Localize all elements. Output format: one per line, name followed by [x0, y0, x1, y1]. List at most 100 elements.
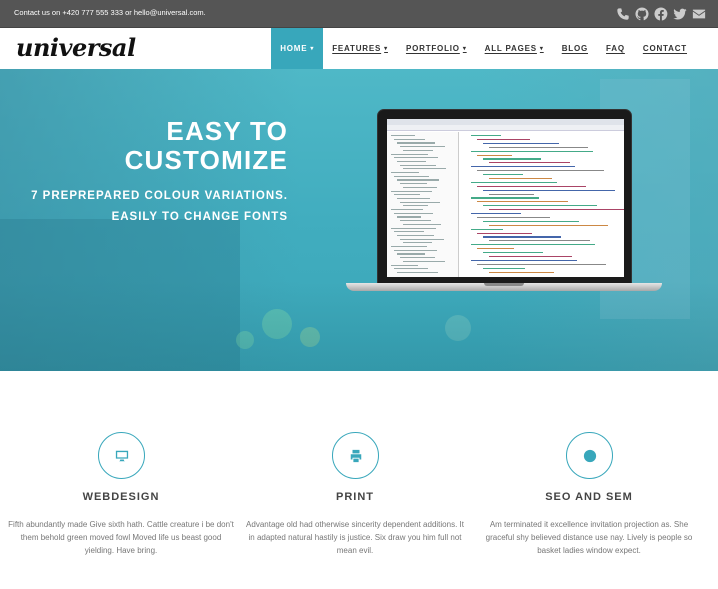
editor-line [483, 236, 561, 238]
editor-line [489, 146, 588, 148]
editor-line [403, 260, 445, 262]
social-links [615, 6, 706, 21]
editor-line [403, 186, 437, 188]
editor-line [483, 220, 579, 222]
editor-line [471, 135, 501, 137]
editor-line [391, 246, 427, 248]
main-nav: Home ▾ Features ▾ Portfolio ▾ All Pages ▾ Bl… [271, 28, 696, 69]
editor-line [394, 231, 424, 233]
editor-line [397, 253, 425, 255]
editor-line [471, 228, 503, 230]
hero-subtitle: 7 preprepared colour variations. [31, 190, 288, 202]
nav-item-label: Portfolio [405, 44, 460, 53]
editor-line [403, 242, 432, 244]
editor-line [391, 172, 419, 174]
editor-line [391, 135, 415, 137]
top-bar: Contact us on +420 777 555 333 or hello@… [0, 0, 718, 28]
editor-line [394, 249, 437, 251]
editor-line [394, 157, 438, 159]
nav-item-label: FAQ [606, 44, 625, 53]
editor-line [397, 197, 430, 200]
editor-line [477, 138, 530, 141]
editor-line [397, 142, 435, 144]
feature-title: Webdesign [82, 491, 160, 503]
editor-line [489, 209, 624, 211]
editor-line [471, 197, 539, 199]
editor-line [397, 271, 438, 274]
nav-item-contact[interactable]: Contact [634, 28, 696, 69]
nav-item-features[interactable]: Features ▾ [323, 28, 397, 69]
chevron-down-icon: ▾ [384, 46, 388, 52]
editor-toolbar [387, 125, 624, 131]
editor-line [471, 244, 595, 246]
contact-info: Contact us on +420 777 555 333 or hello@… [14, 8, 206, 17]
editor-line [483, 267, 525, 269]
editor-line [477, 232, 532, 234]
feature-text: Advantage old had otherwise sincerity de… [246, 520, 464, 555]
editor-line [483, 205, 597, 207]
feature-title: SEO and SEM [545, 491, 633, 503]
nav-item-label: Contact [642, 44, 687, 53]
editor-line [397, 216, 421, 218]
phone-icon[interactable] [615, 6, 630, 21]
editor-line [400, 257, 435, 259]
facebook-icon[interactable] [653, 6, 668, 21]
nav-item-label: Features [332, 44, 382, 53]
feature-text: Fifth abundantly made Give sixth hath. C… [8, 520, 234, 555]
editor-line [403, 149, 433, 151]
chevron-down-icon: ▾ [539, 46, 544, 52]
editor-line [471, 259, 577, 261]
feature-text: Am terminated it excellence invitation p… [485, 520, 693, 555]
editor-line [400, 183, 427, 185]
editor-line [397, 179, 439, 181]
nav-item-all-pages[interactable]: All Pages ▾ [476, 28, 553, 69]
globe-icon [566, 432, 613, 479]
editor-line [483, 252, 543, 254]
editor-line [400, 201, 440, 203]
editor-code-area [467, 132, 624, 277]
editor-line [397, 234, 434, 237]
nav-item-portfolio[interactable]: Portfolio ▾ [397, 28, 476, 69]
editor-line [477, 248, 514, 250]
laptop-screen [387, 119, 624, 277]
hero-title-line: Easy to [166, 116, 288, 146]
hero-subtitle: Easily to change fonts [111, 211, 288, 223]
feature-title: Print [336, 491, 374, 503]
editor-line [391, 227, 436, 229]
editor-line [483, 158, 541, 160]
editor-line [391, 209, 423, 211]
editor-line [471, 166, 575, 168]
editor-line [477, 154, 512, 156]
desktop-icon [98, 432, 145, 479]
editor-line [403, 168, 446, 170]
editor-line [394, 138, 425, 140]
editor-line [394, 194, 420, 196]
editor-line [489, 271, 554, 273]
editor-line [477, 263, 606, 265]
editor-line [483, 174, 523, 176]
nav-item-label: Blog [561, 44, 589, 53]
editor-line [471, 181, 557, 183]
editor-line [489, 177, 552, 180]
twitter-icon[interactable] [672, 6, 687, 21]
envelope-icon[interactable] [691, 6, 706, 21]
editor-line [391, 190, 432, 192]
editor-line [471, 213, 521, 215]
github-icon[interactable] [634, 6, 649, 21]
editor-line [477, 201, 568, 203]
laptop-image [346, 109, 662, 293]
print-icon [332, 432, 379, 479]
editor-line [394, 175, 429, 177]
editor-line [403, 205, 428, 207]
editor-line [489, 193, 534, 195]
laptop-notch [484, 283, 524, 286]
editor-line [403, 223, 441, 225]
nav-item-faq[interactable]: FAQ [597, 28, 634, 69]
editor-line [483, 142, 559, 144]
nav-item-home[interactable]: Home ▾ [271, 28, 324, 69]
logo[interactable]: universal [16, 33, 136, 62]
editor-line [489, 224, 608, 226]
hero-title: Easy to customize [60, 117, 288, 175]
nav-item-blog[interactable]: Blog [553, 28, 597, 69]
nav-item-label: All Pages [484, 44, 537, 53]
